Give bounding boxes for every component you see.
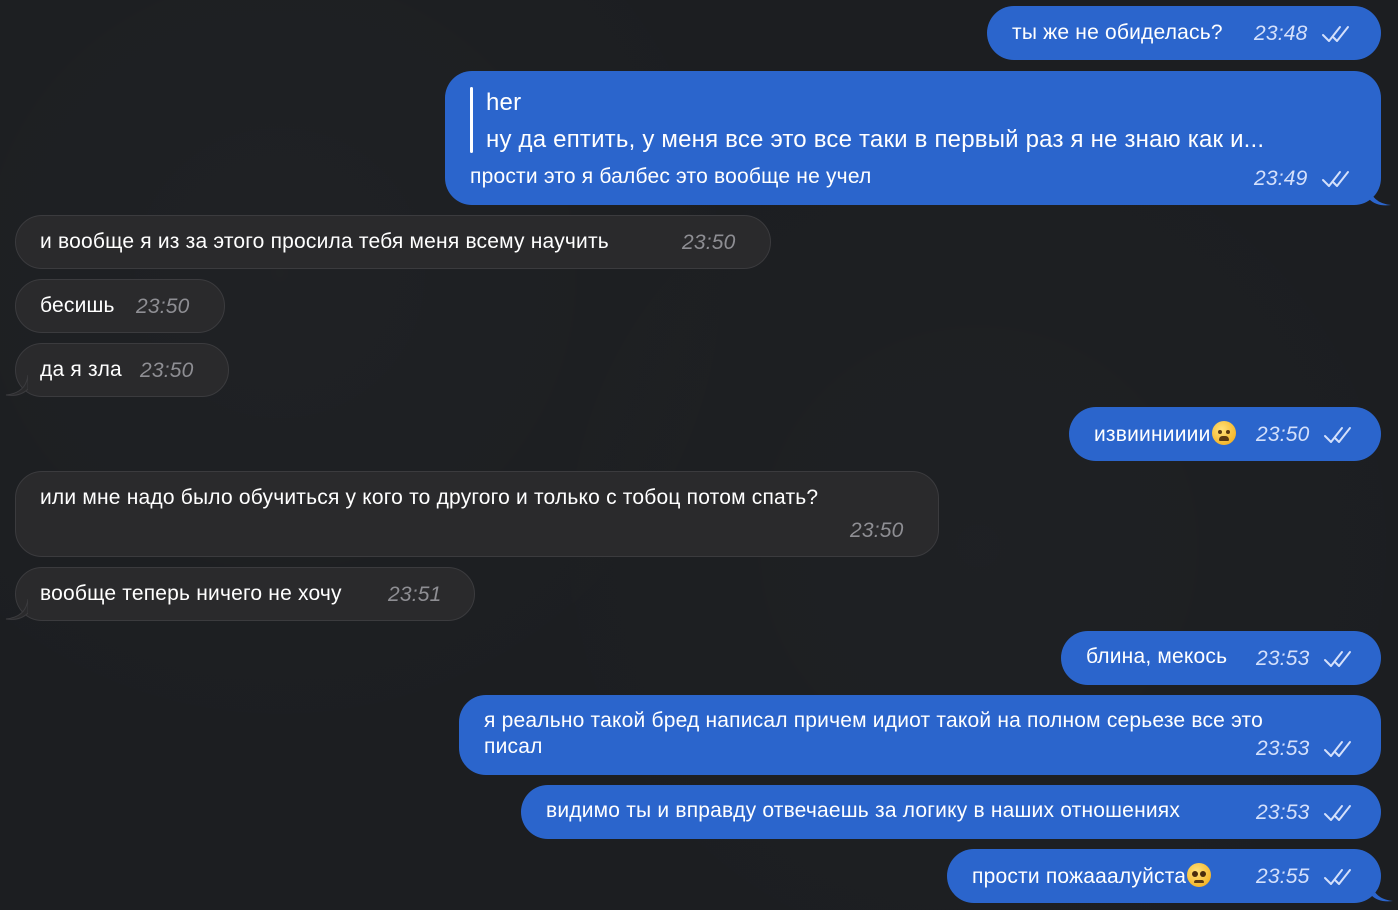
message-outgoing[interactable]: я реально такой бред написал причем идио… [459, 695, 1381, 775]
double-check-icon [1324, 869, 1351, 885]
double-check-icon [1322, 26, 1349, 42]
message-outgoing[interactable]: прости пожааалуйста 23:55 [947, 849, 1381, 903]
bubble-tail [1369, 185, 1391, 206]
message-outgoing[interactable]: ты же не обиделась? 23:48 [987, 6, 1381, 60]
message-outgoing-reply[interactable]: her ну да ептить, у меня все это все так… [445, 71, 1391, 206]
message-text: блина, мекось [1086, 645, 1228, 668]
message-time: 23:50 [1256, 423, 1310, 446]
message-text: видимо ты и вправду отвечаешь за логику … [546, 799, 1181, 822]
message-incoming[interactable]: бесишь 23:50 [15, 279, 225, 333]
message-outgoing[interactable]: извиинииии 23:50 [1069, 407, 1381, 461]
message-text: прости пожааалуйста [972, 863, 1212, 889]
message-time: 23:55 [1256, 865, 1310, 888]
message-incoming[interactable]: вообще теперь ничего не хочу 23:51 [15, 567, 475, 621]
bubble-tail [1371, 881, 1393, 902]
message-text: извиинииии [1094, 421, 1236, 447]
reply-quoted-text: ну да ептить, у меня все это все таки в … [486, 126, 1265, 153]
message-incoming[interactable]: или мне надо было обучиться у кого то др… [15, 471, 939, 557]
message-text: бесишь [40, 294, 115, 317]
message-text: или мне надо было обучиться у кого то др… [40, 486, 819, 509]
reply-quote-bar [470, 87, 473, 153]
message-text-line-2: писал [484, 735, 543, 758]
bubble-tail [5, 375, 28, 396]
reply-author: her [486, 89, 522, 116]
double-check-icon [1324, 651, 1351, 667]
message-outgoing[interactable]: блина, мекось 23:53 [1061, 631, 1381, 685]
message-text: ты же не обиделась? [1012, 21, 1223, 44]
message-incoming[interactable]: и вообще я из за этого просила тебя меня… [15, 215, 771, 269]
message-time: 23:50 [850, 519, 904, 542]
weary-face-emoji [1211, 421, 1236, 445]
message-text: и вообще я из за этого просила тебя меня… [40, 230, 609, 253]
double-check-icon [1324, 427, 1351, 443]
message-time: 23:48 [1254, 22, 1308, 45]
message-outgoing[interactable]: видимо ты и вправду отвечаешь за логику … [521, 785, 1381, 839]
pleading-face-emoji [1187, 863, 1212, 887]
message-time: 23:51 [388, 583, 442, 606]
message-time: 23:50 [136, 295, 190, 318]
message-time: 23:53 [1256, 737, 1310, 760]
message-time: 23:53 [1256, 647, 1310, 670]
message-text: прости это я балбес это вообще не учел [470, 165, 872, 188]
message-text-line-1: я реально такой бред написал причем идио… [484, 709, 1263, 732]
bubble-tail [5, 599, 28, 620]
message-text: вообще теперь ничего не хочу [40, 582, 342, 605]
message-incoming[interactable]: да я зла 23:50 [15, 343, 229, 397]
message-time: 23:53 [1256, 801, 1310, 824]
double-check-icon [1324, 805, 1351, 821]
message-text: да я зла [40, 358, 122, 381]
double-check-icon [1322, 171, 1349, 187]
message-time: 23:50 [140, 359, 194, 382]
message-time: 23:49 [1254, 167, 1308, 190]
double-check-icon [1324, 741, 1351, 757]
message-time: 23:50 [682, 231, 736, 254]
